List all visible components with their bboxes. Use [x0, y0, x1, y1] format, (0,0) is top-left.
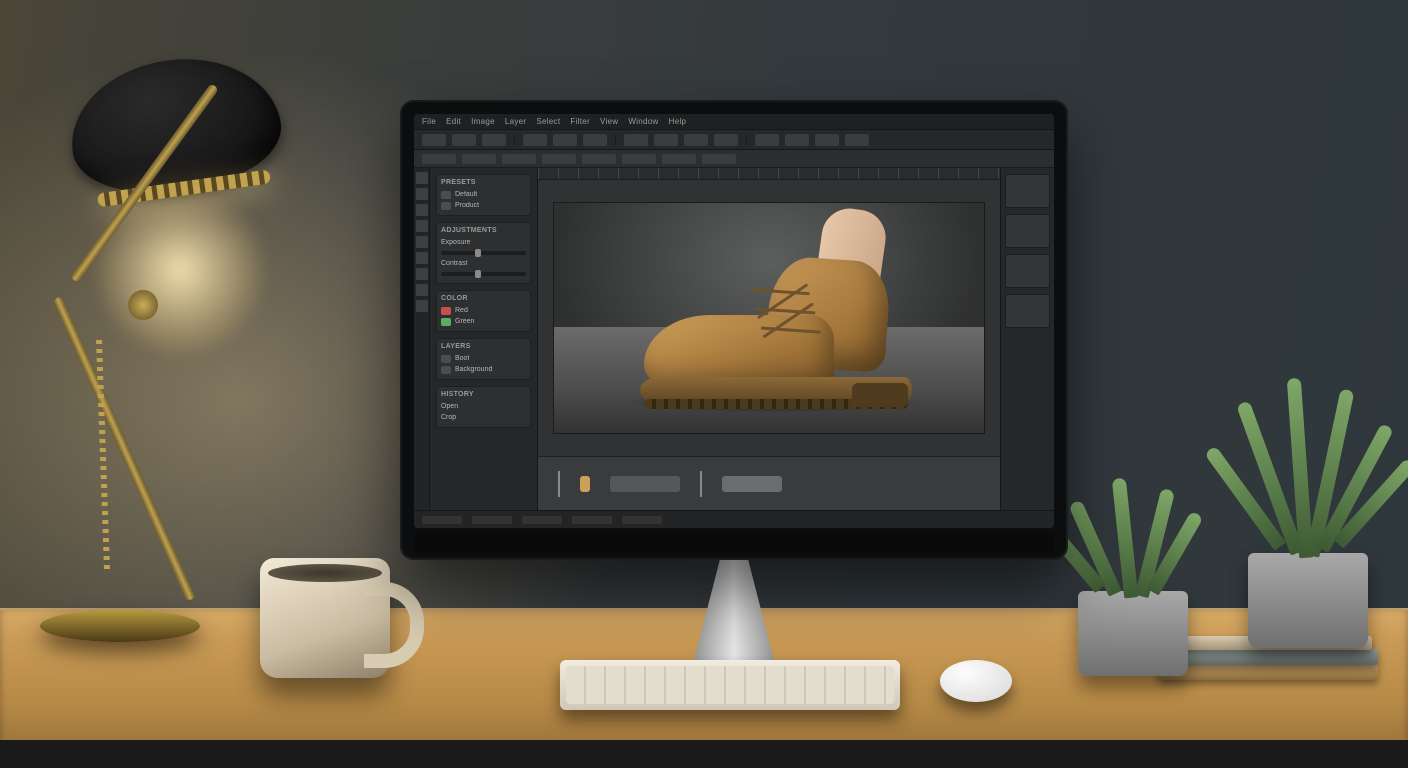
panel-row[interactable]: Red: [455, 307, 468, 314]
panel-color[interactable]: Color Red Green: [436, 290, 531, 332]
move-tool-icon[interactable]: [416, 172, 428, 184]
eraser-tool-icon[interactable]: [416, 236, 428, 248]
wireless-keyboard: [560, 660, 900, 710]
plant-pot-small: [1078, 591, 1188, 676]
timeline-marker-icon[interactable]: [700, 471, 702, 497]
menu-bar[interactable]: File Edit Image Layer Select Filter View…: [414, 114, 1054, 130]
plant-pot-large: [1248, 553, 1368, 648]
eyedropper-tool-icon[interactable]: [416, 284, 428, 296]
toolbar-button[interactable]: [553, 134, 577, 146]
separator: [746, 134, 747, 146]
document-canvas[interactable]: [554, 203, 984, 433]
menu-item[interactable]: Layer: [505, 117, 527, 126]
menu-item[interactable]: Window: [628, 117, 658, 126]
menu-item[interactable]: View: [600, 117, 618, 126]
panel-row[interactable]: Default: [455, 191, 477, 198]
coffee-mug: [260, 558, 390, 678]
option-field[interactable]: [582, 154, 616, 164]
panel-title: Color: [441, 295, 526, 302]
toolbar-button[interactable]: [785, 134, 809, 146]
toolbar-button[interactable]: [815, 134, 839, 146]
timeline-clip[interactable]: [722, 476, 782, 492]
toolbar-button[interactable]: [523, 134, 547, 146]
option-field[interactable]: [542, 154, 576, 164]
status-segment: [422, 516, 462, 524]
menu-item[interactable]: Edit: [446, 117, 461, 126]
panel-thumbnail[interactable]: [1005, 174, 1050, 208]
panel-row[interactable]: Contrast: [441, 260, 467, 267]
status-bar: [414, 510, 1054, 528]
panel-thumbnail[interactable]: [1005, 214, 1050, 248]
editor-app-screen: File Edit Image Layer Select Filter View…: [414, 114, 1054, 528]
menu-item[interactable]: Filter: [570, 117, 590, 126]
separator: [514, 134, 515, 146]
toolbar-button[interactable]: [583, 134, 607, 146]
horizontal-ruler[interactable]: [538, 168, 1000, 180]
toolbar-button[interactable]: [714, 134, 738, 146]
panel-presets[interactable]: Presets Default Product: [436, 174, 531, 216]
bottom-timeline-panel[interactable]: [538, 456, 1000, 510]
status-segment: [622, 516, 662, 524]
option-field[interactable]: [662, 154, 696, 164]
timeline-clip[interactable]: [610, 476, 680, 492]
separator: [615, 134, 616, 146]
canvas-area: [538, 168, 1000, 510]
text-tool-icon[interactable]: [416, 252, 428, 264]
panel-row[interactable]: Exposure: [441, 239, 471, 246]
select-tool-icon[interactable]: [416, 188, 428, 200]
panel-title: Layers: [441, 343, 526, 350]
panel-adjustments[interactable]: Adjustments Exposure Contrast: [436, 222, 531, 284]
panel-row[interactable]: Open: [441, 403, 458, 410]
wireless-mouse: [940, 660, 1012, 702]
boot-subject: [644, 229, 914, 399]
panel-layers[interactable]: Layers Boot Background: [436, 338, 531, 380]
menu-item[interactable]: Help: [669, 117, 687, 126]
status-segment: [522, 516, 562, 524]
crop-tool-icon[interactable]: [416, 204, 428, 216]
option-field[interactable]: [702, 154, 736, 164]
main-toolbar: [414, 130, 1054, 150]
right-panels: [1000, 168, 1054, 510]
menu-item[interactable]: Image: [471, 117, 495, 126]
panel-row[interactable]: Background: [455, 366, 492, 373]
toolbar-button[interactable]: [654, 134, 678, 146]
brush-tool-icon[interactable]: [416, 220, 428, 232]
panel-title: History: [441, 391, 526, 398]
option-field[interactable]: [502, 154, 536, 164]
toolbar-button[interactable]: [482, 134, 506, 146]
left-panels: Presets Default Product Adjustments Expo…: [430, 168, 538, 510]
panel-title: Presets: [441, 179, 526, 186]
option-field[interactable]: [462, 154, 496, 164]
options-bar: [414, 150, 1054, 168]
status-segment: [572, 516, 612, 524]
option-field[interactable]: [422, 154, 456, 164]
panel-row[interactable]: Boot: [455, 355, 469, 362]
toolbar-button[interactable]: [684, 134, 708, 146]
status-segment: [472, 516, 512, 524]
option-field[interactable]: [622, 154, 656, 164]
tool-strip: [414, 168, 430, 510]
panel-thumbnail[interactable]: [1005, 254, 1050, 288]
panel-thumbnail[interactable]: [1005, 294, 1050, 328]
slider[interactable]: [441, 272, 526, 276]
toolbar-button[interactable]: [624, 134, 648, 146]
toolbar-button[interactable]: [755, 134, 779, 146]
panel-row[interactable]: Green: [455, 318, 474, 325]
timeline-marker-icon[interactable]: [558, 471, 560, 497]
menu-item[interactable]: File: [422, 117, 436, 126]
all-in-one-monitor: File Edit Image Layer Select Filter View…: [400, 100, 1068, 560]
panel-row[interactable]: Product: [455, 202, 479, 209]
panel-title: Adjustments: [441, 227, 526, 234]
zoom-tool-icon[interactable]: [416, 300, 428, 312]
shape-tool-icon[interactable]: [416, 268, 428, 280]
menu-item[interactable]: Select: [536, 117, 560, 126]
toolbar-button[interactable]: [422, 134, 446, 146]
toolbar-button[interactable]: [452, 134, 476, 146]
toolbar-button[interactable]: [845, 134, 869, 146]
timeline-clip[interactable]: [580, 476, 590, 492]
panel-history[interactable]: History Open Crop: [436, 386, 531, 428]
panel-row[interactable]: Crop: [441, 414, 456, 421]
slider[interactable]: [441, 251, 526, 255]
